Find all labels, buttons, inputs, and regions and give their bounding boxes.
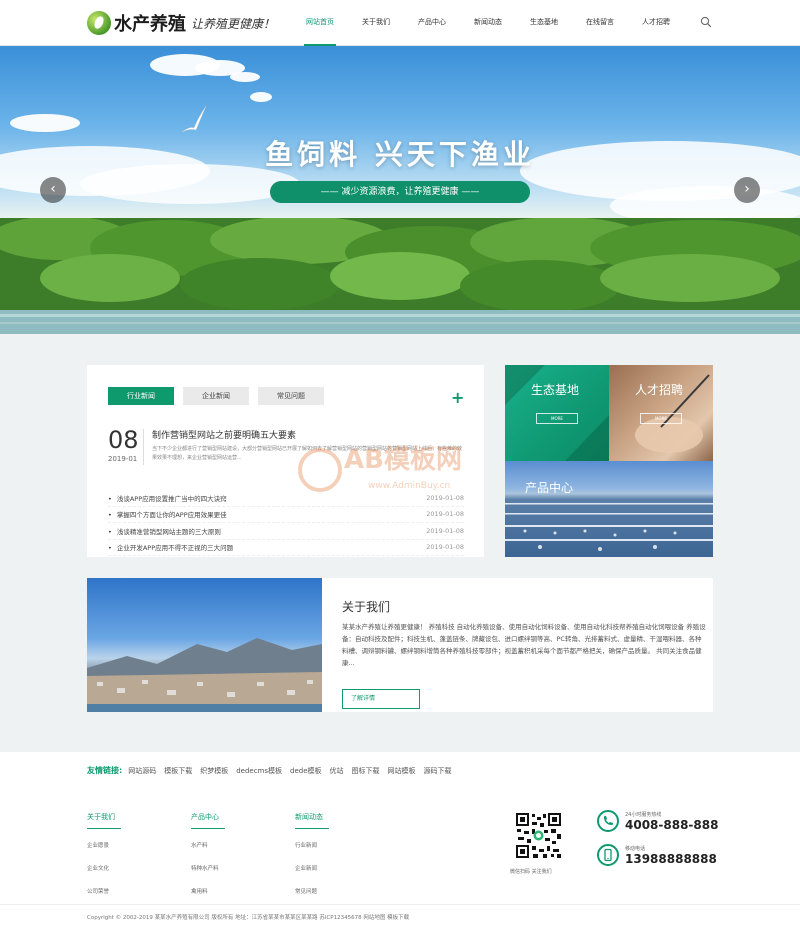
feature-day: 08 bbox=[108, 426, 139, 454]
main-nav: 网站首页 关于我们 产品中心 新闻动态 生态基地 在线留言 人才招聘 bbox=[292, 0, 684, 46]
mobile-label: 移动电话 bbox=[625, 845, 646, 852]
footer-col-title[interactable]: 新闻动态 bbox=[295, 812, 329, 829]
friend-link[interactable]: 网站源码 bbox=[128, 766, 156, 776]
list-item[interactable]: 掌握四个方面让你的APP应用效果更佳2019-01-08 bbox=[108, 507, 464, 523]
friend-link[interactable]: 源码下载 bbox=[424, 766, 452, 776]
footer-link[interactable]: 企业文化 bbox=[87, 864, 177, 872]
friend-link[interactable]: 网站模板 bbox=[388, 766, 416, 776]
banner-subtitle: —— 减少资源浪费，让养殖更健康 —— bbox=[270, 181, 530, 203]
tile-products-image bbox=[505, 503, 713, 551]
friend-link[interactable]: 图标下载 bbox=[352, 766, 380, 776]
news-panel: 行业新闻 企业新闻 常见问题 + 08 2019-01 制作营销型网站之前要明确… bbox=[87, 365, 484, 557]
footer-link[interactable]: 水产料 bbox=[191, 841, 281, 849]
footer-link[interactable]: 特种水产料 bbox=[191, 864, 281, 872]
qr-caption: 微信扫码 关注我们 bbox=[510, 869, 552, 875]
footer-link[interactable]: 行业新闻 bbox=[295, 841, 385, 849]
footer-col-news: 新闻动态 行业新闻 企业新闻 常见问题 bbox=[295, 812, 385, 910]
footer-link[interactable]: 公司荣誉 bbox=[87, 887, 177, 895]
tile-eco-base-more[interactable]: MORE bbox=[536, 413, 578, 424]
footer-link[interactable]: 禽用料 bbox=[191, 887, 281, 895]
nav-item-news[interactable]: 新闻动态 bbox=[460, 0, 516, 46]
nav-item-message[interactable]: 在线留言 bbox=[572, 0, 628, 46]
banner-prev-button[interactable]: ‹ bbox=[40, 177, 66, 203]
tile-products-label: 产品中心 bbox=[525, 481, 574, 495]
mobile-block: 移动电话 13988888888 bbox=[597, 844, 717, 866]
nav-item-home[interactable]: 网站首页 bbox=[292, 0, 348, 46]
seagull-image bbox=[181, 105, 207, 133]
tab-company-news[interactable]: 企业新闻 bbox=[183, 387, 249, 405]
tile-recruit-more[interactable]: MORE bbox=[640, 413, 682, 424]
mobile-phone-icon bbox=[597, 844, 619, 866]
tile-products[interactable]: 产品中心 bbox=[505, 461, 713, 557]
nav-item-base[interactable]: 生态基地 bbox=[516, 0, 572, 46]
site-footer: 友情链接: 网站源码 模板下载 织梦模板 dedecms模板 dede模板 优站… bbox=[0, 752, 800, 930]
news-more-icon[interactable]: + bbox=[451, 390, 464, 406]
hotline-block: 24小时服务热线 4008-888-888 bbox=[597, 810, 718, 832]
nav-item-about[interactable]: 关于我们 bbox=[348, 0, 404, 46]
feature-year-month: 2019-01 bbox=[108, 455, 138, 463]
footer-col-title[interactable]: 关于我们 bbox=[87, 812, 121, 829]
mobile-number: 13988888888 bbox=[625, 851, 717, 866]
tile-eco-base[interactable]: 生态基地 MORE bbox=[505, 365, 609, 461]
footer-divider bbox=[0, 904, 800, 905]
nav-item-products[interactable]: 产品中心 bbox=[404, 0, 460, 46]
copyright: Copyright © 2002-2019 某某水产养殖有限公司 版权所有 地址… bbox=[87, 915, 410, 921]
footer-link[interactable]: 企业新闻 bbox=[295, 864, 385, 872]
list-item[interactable]: 企业开发APP应用不得不正视的三大问题2019-01-08 bbox=[108, 540, 464, 556]
tile-recruit-label: 人才招聘 bbox=[635, 383, 684, 397]
banner-next-button[interactable]: › bbox=[734, 177, 760, 203]
about-section: 关于我们 某某水产养殖让养殖更健康！ 养殖科技 自动化养殖设备、使用自动化饲料设… bbox=[87, 578, 713, 712]
about-landscape-image bbox=[87, 638, 322, 712]
news-tabs: 行业新闻 企业新闻 常见问题 bbox=[108, 387, 333, 405]
footer-link[interactable]: 企业愿景 bbox=[87, 841, 177, 849]
friend-link[interactable]: 模板下载 bbox=[164, 766, 192, 776]
feature-title[interactable]: 制作营销型网站之前要明确五大要素 bbox=[152, 428, 296, 441]
search-icon[interactable] bbox=[700, 16, 712, 28]
site-header: 水产养殖 让养殖更健康！ 网站首页 关于我们 产品中心 新闻动态 生态基地 在线… bbox=[0, 0, 800, 46]
about-text: 某某水产养殖让养殖更健康！ 养殖科技 自动化养殖设备、使用自动化饲料设备、使用自… bbox=[342, 623, 706, 667]
friend-links: 友情链接: 网站源码 模板下载 织梦模板 dedecms模板 dede模板 优站… bbox=[87, 765, 460, 776]
qr-code-image bbox=[515, 812, 562, 859]
tile-eco-base-label: 生态基地 bbox=[531, 383, 580, 397]
logo-text: 水产养殖 bbox=[114, 14, 186, 35]
about-image bbox=[87, 578, 322, 712]
tab-industry-news[interactable]: 行业新闻 bbox=[108, 387, 174, 405]
tab-faq[interactable]: 常见问题 bbox=[258, 387, 324, 405]
hotline-label: 24小时服务热线 bbox=[625, 811, 662, 818]
phone-icon bbox=[597, 810, 619, 832]
friend-links-label: 友情链接: bbox=[87, 766, 123, 775]
about-title: 关于我们 bbox=[342, 600, 391, 614]
nav-item-recruit[interactable]: 人才招聘 bbox=[628, 0, 684, 46]
friend-link[interactable]: 优站 bbox=[330, 766, 344, 776]
list-item[interactable]: 浅谈APP应用设置推广当中的四大诀窍2019-01-08 bbox=[108, 490, 464, 507]
footer-col-about: 关于我们 企业愿景 企业文化 公司荣誉 bbox=[87, 812, 177, 910]
news-list: 浅谈APP应用设置推广当中的四大诀窍2019-01-08 掌握四个方面让你的AP… bbox=[108, 490, 464, 556]
hotline-number: 4008-888-888 bbox=[625, 817, 719, 832]
lotus-field-image bbox=[0, 218, 800, 334]
logo-slogan: 让养殖更健康！ bbox=[191, 16, 276, 31]
banner-title: 鱼饲料 兴天下渔业 bbox=[265, 138, 535, 171]
feature-description: 当下不少企业都进行了营销型网站建设，大部分营销型网站已开展了解如何去了解营销型网… bbox=[152, 446, 463, 461]
logo-leaf-icon bbox=[87, 11, 111, 35]
friend-link[interactable]: dedecms模板 bbox=[236, 766, 282, 776]
tile-recruit[interactable]: 人才招聘 MORE bbox=[609, 365, 713, 461]
hero-banner: 鱼饲料 兴天下渔业 —— 减少资源浪费，让养殖更健康 —— ‹ › bbox=[0, 46, 800, 334]
feature-divider bbox=[143, 429, 144, 465]
about-more-button[interactable]: 了解详情 bbox=[342, 689, 420, 709]
list-item[interactable]: 浅谈精准营销型网站主题的三大原则2019-01-08 bbox=[108, 523, 464, 540]
footer-col-products: 产品中心 水产料 特种水产料 禽用料 bbox=[191, 812, 281, 910]
friend-link[interactable]: 织梦模板 bbox=[200, 766, 228, 776]
friend-link[interactable]: dede模板 bbox=[290, 766, 322, 776]
footer-col-title[interactable]: 产品中心 bbox=[191, 812, 225, 829]
footer-link[interactable]: 常见问题 bbox=[295, 887, 385, 895]
logo[interactable]: 水产养殖 让养殖更健康！ bbox=[87, 10, 275, 36]
